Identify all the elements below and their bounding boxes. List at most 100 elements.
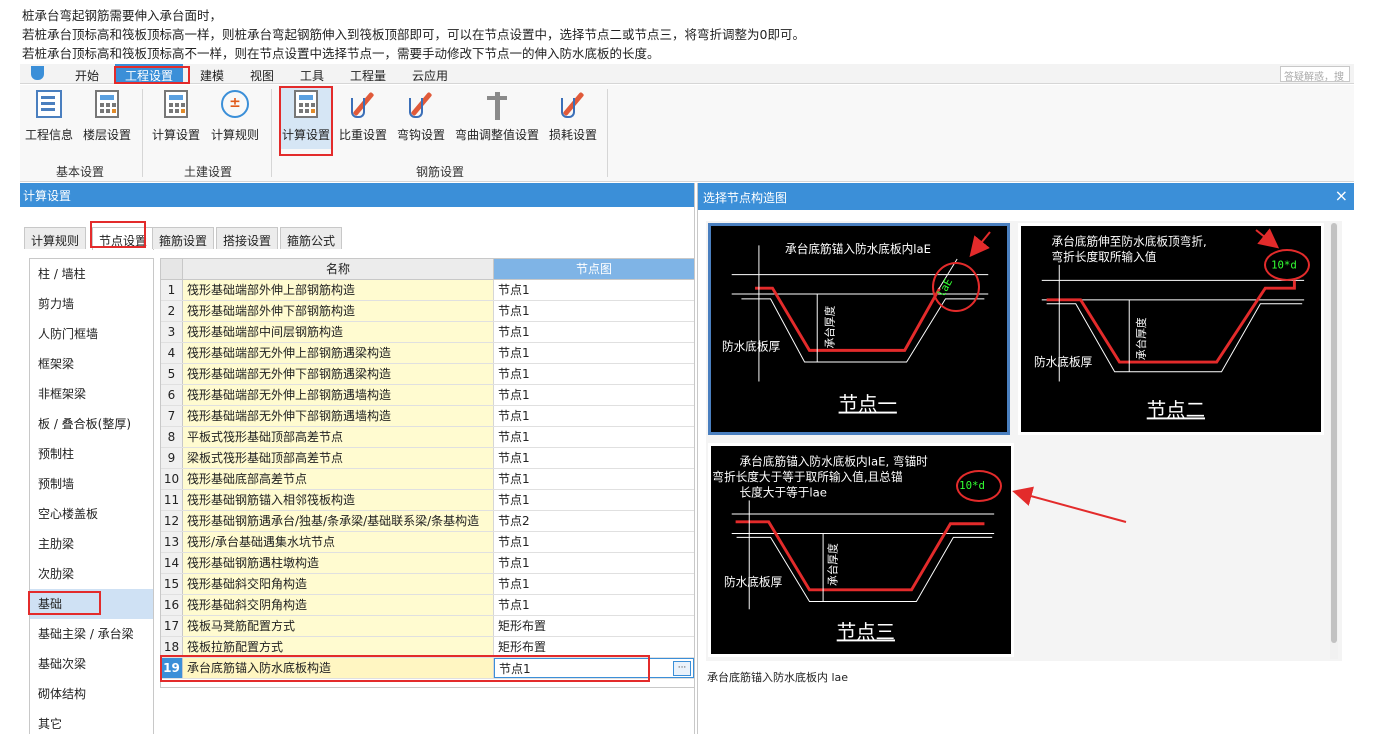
- floor-setting-button[interactable]: 楼层设置: [80, 87, 134, 149]
- row-node-value[interactable]: 节点1: [494, 343, 694, 363]
- row-name[interactable]: 筏形基础端部外伸上部钢筋构造: [183, 280, 494, 300]
- ribbon-tab-quantity[interactable]: 工程量: [350, 67, 386, 84]
- table-row[interactable]: 4 筏形基础端部无外伸上部钢筋遇梁构造 节点1: [161, 343, 694, 364]
- row-name[interactable]: 筏形基础钢筋遇承台/独基/条承梁/基础联系梁/条基构造: [183, 511, 494, 531]
- row-name[interactable]: 筏形基础端部外伸下部钢筋构造: [183, 301, 494, 321]
- row-name[interactable]: 筏形基础端部无外伸下部钢筋遇梁构造: [183, 364, 494, 384]
- table-row[interactable]: 11 筏形基础钢筋锚入相邻筏板构造 节点1: [161, 490, 694, 511]
- row-node-value[interactable]: 节点2: [494, 511, 694, 531]
- table-row[interactable]: 18 筏板拉筋配置方式 矩形布置: [161, 637, 694, 658]
- category-item[interactable]: 主肋梁: [30, 529, 153, 559]
- category-item[interactable]: 其它: [30, 709, 153, 734]
- table-row[interactable]: 16 筏形基础斜交阴角构造 节点1: [161, 595, 694, 616]
- node-picker-button[interactable]: ···: [673, 661, 691, 676]
- category-item[interactable]: 次肋梁: [30, 559, 153, 589]
- row-name[interactable]: 筏形基础端部无外伸上部钢筋遇梁构造: [183, 343, 494, 363]
- table-row[interactable]: 5 筏形基础端部无外伸下部钢筋遇梁构造 节点1: [161, 364, 694, 385]
- category-item[interactable]: 基础主梁 / 承台梁: [30, 619, 153, 649]
- row-node-value[interactable]: 矩形布置: [494, 637, 694, 657]
- row-name[interactable]: 平板式筏形基础顶部高差节点: [183, 427, 494, 447]
- loss-setting-button[interactable]: 损耗设置: [546, 87, 600, 149]
- row-node-value[interactable]: 节点1: [494, 406, 694, 426]
- app-menu-button[interactable]: [22, 65, 52, 83]
- category-item[interactable]: 剪力墙: [30, 289, 153, 319]
- column-header-node[interactable]: 节点图: [494, 259, 694, 279]
- category-item[interactable]: 框架梁: [30, 349, 153, 379]
- row-node-value[interactable]: 节点1: [494, 427, 694, 447]
- category-item[interactable]: 柱 / 墙柱: [30, 259, 153, 289]
- table-row[interactable]: 3 筏形基础端部中间层钢筋构造 节点1: [161, 322, 694, 343]
- table-row[interactable]: 8 平板式筏形基础顶部高差节点 节点1: [161, 427, 694, 448]
- diagram-scrollbar[interactable]: [1330, 223, 1338, 659]
- tab-stirrup-formula[interactable]: 箍筋公式: [280, 227, 343, 249]
- row-node-value[interactable]: 节点1: [494, 322, 694, 342]
- row-node-value[interactable]: 节点1: [494, 364, 694, 384]
- table-row[interactable]: 9 梁板式筏形基础顶部高差节点 节点1: [161, 448, 694, 469]
- weight-setting-button[interactable]: 比重设置: [336, 87, 390, 149]
- category-item[interactable]: 预制柱: [30, 439, 153, 469]
- tab-lap-settings[interactable]: 搭接设置: [216, 227, 279, 249]
- ribbon-tab-cloud[interactable]: 云应用: [412, 67, 448, 84]
- close-icon[interactable]: ×: [1335, 187, 1348, 205]
- row-name[interactable]: 筏板拉筋配置方式: [183, 637, 494, 657]
- row-node-value[interactable]: 节点1: [494, 595, 694, 615]
- hook-setting-button[interactable]: 弯钩设置: [394, 87, 448, 149]
- row-node-value[interactable]: 节点1: [494, 385, 694, 405]
- row-name[interactable]: 筏形基础端部无外伸下部钢筋遇墙构造: [183, 406, 494, 426]
- row-node-value[interactable]: 节点1: [494, 469, 694, 489]
- row-name[interactable]: 筏形基础钢筋遇柱墩构造: [183, 553, 494, 573]
- category-item[interactable]: 砌体结构: [30, 679, 153, 709]
- table-row[interactable]: 7 筏形基础端部无外伸下部钢筋遇墙构造 节点1: [161, 406, 694, 427]
- table-row[interactable]: 15 筏形基础斜交阳角构造 节点1: [161, 574, 694, 595]
- row-name[interactable]: 梁板式筏形基础顶部高差节点: [183, 448, 494, 468]
- project-info-button[interactable]: 工程信息: [23, 87, 75, 149]
- tab-calc-rules[interactable]: 计算规则: [24, 227, 87, 249]
- help-search-input[interactable]: 答疑解惑，搜: [1280, 66, 1350, 82]
- ribbon-tab-start[interactable]: 开始: [75, 67, 99, 84]
- row-name[interactable]: 筏板马凳筋配置方式: [183, 616, 494, 636]
- table-row[interactable]: 2 筏形基础端部外伸下部钢筋构造 节点1: [161, 301, 694, 322]
- ribbon-tab-view[interactable]: 视图: [250, 67, 274, 84]
- category-item[interactable]: 空心楼盖板: [30, 499, 153, 529]
- row-name[interactable]: 筏形基础钢筋锚入相邻筏板构造: [183, 490, 494, 510]
- table-row[interactable]: 13 筏形/承台基础遇集水坑节点 节点1: [161, 532, 694, 553]
- category-item[interactable]: 基础次梁: [30, 649, 153, 679]
- ribbon-tab-project-settings[interactable]: 工程设置: [115, 64, 184, 84]
- table-row[interactable]: 17 筏板马凳筋配置方式 矩形布置: [161, 616, 694, 637]
- row-name[interactable]: 筏形基础斜交阳角构造: [183, 574, 494, 594]
- node-2-thumbnail[interactable]: 承台底筋伸至防水底板顶弯折, 弯折长度取所输入值 10*d 防水底板厚 承台厚度…: [1018, 223, 1324, 435]
- row-name[interactable]: 筏形基础斜交阴角构造: [183, 595, 494, 615]
- row-node-value[interactable]: 节点1: [494, 280, 694, 300]
- table-row[interactable]: 12 筏形基础钢筋遇承台/独基/条承梁/基础联系梁/条基构造 节点2: [161, 511, 694, 532]
- category-item[interactable]: 非框架梁: [30, 379, 153, 409]
- rebar-calc-setting-button[interactable]: 计算设置: [280, 87, 332, 149]
- category-item[interactable]: 板 / 叠合板(整厚): [30, 409, 153, 439]
- ribbon-tab-tools[interactable]: 工具: [300, 67, 324, 84]
- row-name[interactable]: 筏形/承台基础遇集水坑节点: [183, 532, 494, 552]
- row-node-value[interactable]: 节点1 ···: [494, 658, 694, 678]
- tab-node-settings[interactable]: 节点设置: [92, 227, 155, 250]
- tab-stirrup-settings[interactable]: 箍筋设置: [152, 227, 215, 249]
- row-node-value[interactable]: 节点1: [494, 301, 694, 321]
- table-row[interactable]: 1 筏形基础端部外伸上部钢筋构造 节点1: [161, 280, 694, 301]
- row-name[interactable]: 筏形基础端部中间层钢筋构造: [183, 322, 494, 342]
- civil-calc-setting-button[interactable]: 计算设置: [148, 87, 204, 149]
- row-name[interactable]: 承台底筋锚入防水底板构造: [183, 658, 494, 678]
- scroll-thumb[interactable]: [1331, 223, 1337, 643]
- category-item[interactable]: 基础: [30, 589, 153, 619]
- bend-adjust-button[interactable]: 弯曲调整值设置: [452, 87, 542, 149]
- node-3-thumbnail[interactable]: 承台底筋锚入防水底板内laE, 弯锚时 弯折长度大于等于取所输入值,且总锚 长度…: [708, 443, 1014, 657]
- row-name[interactable]: 筏形基础端部无外伸上部钢筋遇墙构造: [183, 385, 494, 405]
- table-row[interactable]: 6 筏形基础端部无外伸上部钢筋遇墙构造 节点1: [161, 385, 694, 406]
- category-item[interactable]: 人防门框墙: [30, 319, 153, 349]
- row-node-value[interactable]: 节点1: [494, 490, 694, 510]
- row-node-value[interactable]: 节点1: [494, 574, 694, 594]
- table-row[interactable]: 10 筏形基础底部高差节点 节点1: [161, 469, 694, 490]
- category-item[interactable]: 预制墙: [30, 469, 153, 499]
- table-row[interactable]: 14 筏形基础钢筋遇柱墩构造 节点1: [161, 553, 694, 574]
- calc-rule-button[interactable]: ± 计算规则: [207, 87, 263, 149]
- ribbon-tab-modeling[interactable]: 建模: [200, 67, 224, 84]
- column-header-name[interactable]: 名称: [183, 259, 494, 279]
- node-1-thumbnail[interactable]: 承台底筋锚入防水底板内laE laE 防水底板厚 承台厚度 节点一: [708, 223, 1010, 435]
- row-node-value[interactable]: 矩形布置: [494, 616, 694, 636]
